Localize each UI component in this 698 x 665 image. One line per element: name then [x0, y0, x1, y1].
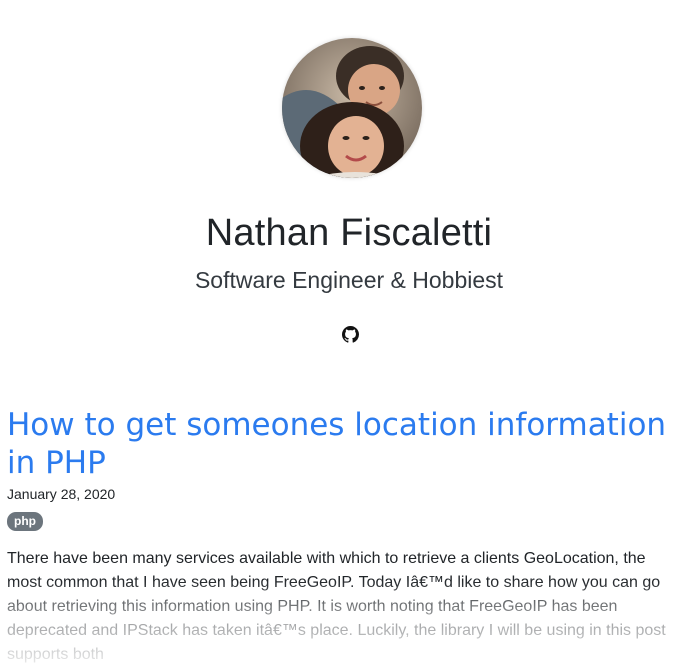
post-title-link[interactable]: How to get someones location information… [7, 406, 697, 482]
github-icon[interactable] [342, 326, 359, 343]
profile-avatar [282, 38, 422, 178]
post-date: January 28, 2020 [7, 486, 116, 502]
tag-badge-php[interactable]: php [7, 512, 43, 531]
post-excerpt: There have been many services available … [7, 550, 666, 663]
avatar-photo [282, 38, 422, 178]
profile-tagline: Software Engineer & Hobbiest [194, 267, 504, 293]
profile-name: Nathan Fiscaletti [205, 212, 493, 254]
